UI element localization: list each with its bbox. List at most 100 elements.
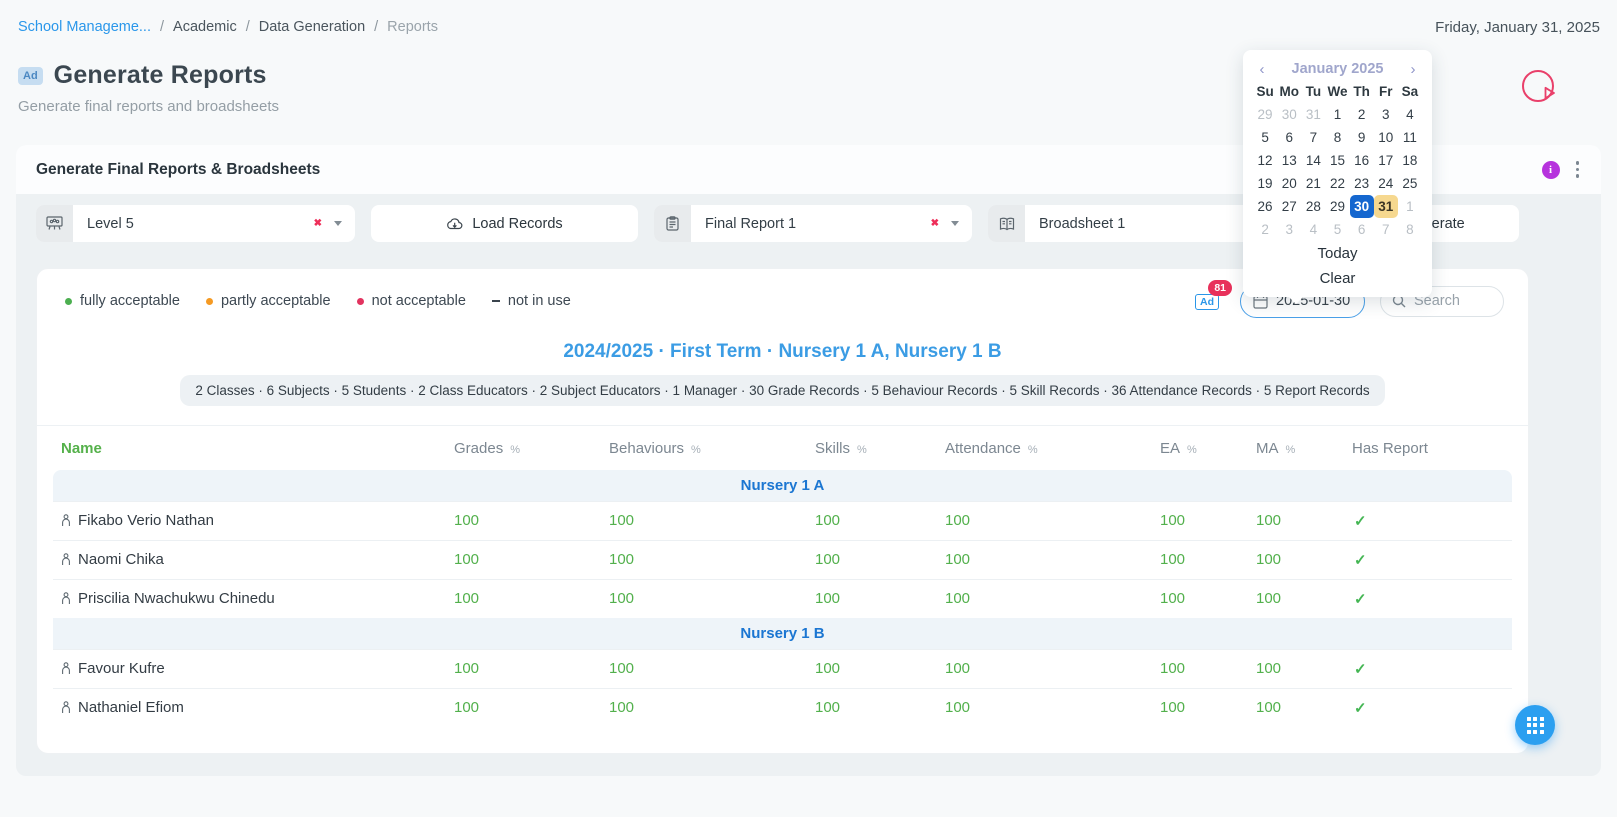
calendar-day[interactable]: 14 xyxy=(1301,149,1325,172)
student-row[interactable]: Priscilia Nwachukwu Chinedu 100 100 100 … xyxy=(53,579,1512,618)
calendar-day[interactable]: 26 xyxy=(1253,195,1277,218)
has-report-check: ✓ xyxy=(1344,649,1512,688)
calendar-day[interactable]: 22 xyxy=(1325,172,1349,195)
calendar-day[interactable]: 12 xyxy=(1253,149,1277,172)
person-icon xyxy=(61,701,71,714)
calendar-day[interactable]: 24 xyxy=(1374,172,1398,195)
calendar-day[interactable]: 8 xyxy=(1325,126,1349,149)
calendar-next-icon[interactable]: › xyxy=(1404,62,1422,77)
calendar-day[interactable]: 1 xyxy=(1398,195,1422,218)
report-table-body: Nursery 1 A Fikabo Verio Nathan 100 100 … xyxy=(53,470,1512,727)
metric-value: 100 xyxy=(1152,501,1248,540)
breadcrumb: School Manageme... / Academic / Data Gen… xyxy=(18,19,438,35)
metric-value: 100 xyxy=(937,649,1152,688)
column-header-attendance: Attendance% xyxy=(937,426,1152,470)
table-header-row: Name Grades% Behaviours% Skills% Attenda… xyxy=(53,426,1512,470)
breadcrumb-root-link[interactable]: School Manageme... xyxy=(18,19,151,35)
calendar-day[interactable]: 6 xyxy=(1277,126,1301,149)
column-header-behaviours: Behaviours% xyxy=(601,426,807,470)
calendar-day[interactable]: 19 xyxy=(1253,172,1277,195)
play-tour-button[interactable] xyxy=(1522,70,1554,102)
calendar-day[interactable]: 29 xyxy=(1253,103,1277,126)
metric-value: 100 xyxy=(1248,688,1344,727)
weekday-label: Mo xyxy=(1277,81,1301,103)
calendar-clear-button[interactable]: Clear xyxy=(1253,266,1422,291)
calendar-day[interactable]: 31 xyxy=(1374,195,1398,218)
calendar-day[interactable]: 7 xyxy=(1301,126,1325,149)
student-row[interactable]: Favour Kufre 100 100 100 100 100 100 ✓ xyxy=(53,649,1512,688)
calendar-day[interactable]: 3 xyxy=(1277,218,1301,241)
metric-value: 100 xyxy=(1248,649,1344,688)
calendar-prev-icon[interactable]: ‹ xyxy=(1253,62,1271,77)
breadcrumb-item-academic[interactable]: Academic xyxy=(173,19,237,35)
calendar-day[interactable]: 4 xyxy=(1398,103,1422,126)
calendar-day[interactable]: 31 xyxy=(1301,103,1325,126)
calendar-day[interactable]: 28 xyxy=(1301,195,1325,218)
calendar-day[interactable]: 5 xyxy=(1253,126,1277,149)
calendar-day-grid: 2930311234567891011121314151617181920212… xyxy=(1253,103,1422,241)
calendar-day[interactable]: 3 xyxy=(1374,103,1398,126)
records-stats-badge: 2 Classes · 6 Subjects · 5 Students · 2 … xyxy=(180,375,1384,406)
kebab-menu-icon[interactable] xyxy=(1576,161,1580,178)
calendar-day[interactable]: 1 xyxy=(1325,103,1349,126)
calendar-day[interactable]: 10 xyxy=(1374,126,1398,149)
apps-launcher-fab[interactable] xyxy=(1515,705,1555,745)
calendar-day[interactable]: 15 xyxy=(1325,149,1349,172)
report-clear-icon[interactable]: ✖ xyxy=(927,214,943,233)
calendar-day[interactable]: 8 xyxy=(1398,218,1422,241)
calendar-day[interactable]: 20 xyxy=(1277,172,1301,195)
calendar-day[interactable]: 16 xyxy=(1350,149,1374,172)
calendar-day[interactable]: 6 xyxy=(1350,218,1374,241)
acceptability-legend: fully acceptable partly acceptable not acc… xyxy=(65,293,571,309)
load-records-button[interactable]: Load Records xyxy=(371,205,638,242)
calendar-day[interactable]: 2 xyxy=(1253,218,1277,241)
ad-outline-badge: Ad xyxy=(1195,294,1219,310)
group-label: Nursery 1 B xyxy=(740,625,824,642)
level-select[interactable]: Level 5 ✖ xyxy=(36,205,355,242)
calendar-day[interactable]: 25 xyxy=(1398,172,1422,195)
metric-value: 100 xyxy=(601,649,807,688)
column-header-ma: MA% xyxy=(1248,426,1344,470)
legend-item: not acceptable xyxy=(357,293,466,309)
calendar-day[interactable]: 30 xyxy=(1277,103,1301,126)
legend-item: fully acceptable xyxy=(65,293,180,309)
has-report-check: ✓ xyxy=(1344,501,1512,540)
calendar-day[interactable]: 18 xyxy=(1398,149,1422,172)
student-row[interactable]: Nathaniel Efiom 100 100 100 100 100 100 … xyxy=(53,688,1512,727)
level-clear-icon[interactable]: ✖ xyxy=(310,214,326,233)
breadcrumb-item-data-generation[interactable]: Data Generation xyxy=(259,19,365,35)
calendar-day[interactable]: 17 xyxy=(1374,149,1398,172)
report-caret-icon[interactable] xyxy=(951,221,959,226)
calendar-day[interactable]: 23 xyxy=(1350,172,1374,195)
breadcrumb-item-reports: Reports xyxy=(387,19,438,35)
report-template-select[interactable]: Final Report 1 ✖ xyxy=(654,205,972,242)
metric-value: 100 xyxy=(807,579,937,618)
student-row[interactable]: Fikabo Verio Nathan 100 100 100 100 100 … xyxy=(53,501,1512,540)
level-caret-icon[interactable] xyxy=(334,221,342,226)
calendar-month-label[interactable]: January 2025 xyxy=(1271,61,1404,77)
info-icon[interactable]: i xyxy=(1542,161,1560,179)
page-header: Ad Generate Reports Generate final repor… xyxy=(18,61,279,115)
calendar-day[interactable]: 2 xyxy=(1350,103,1374,126)
student-name: Favour Kufre xyxy=(78,660,165,677)
calendar-day[interactable]: 30 xyxy=(1350,195,1374,218)
calendar-day[interactable]: 21 xyxy=(1301,172,1325,195)
legend-item: partly acceptable xyxy=(206,293,331,309)
calendar-day[interactable]: 13 xyxy=(1277,149,1301,172)
class-level-icon xyxy=(36,205,73,242)
play-icon xyxy=(1534,80,1543,92)
records-card: fully acceptable partly acceptable not acc… xyxy=(36,268,1529,754)
calendar-day[interactable]: 27 xyxy=(1277,195,1301,218)
calendar-today-button[interactable]: Today xyxy=(1253,241,1422,266)
calendar-day[interactable]: 11 xyxy=(1398,126,1422,149)
calendar-day[interactable]: 9 xyxy=(1350,126,1374,149)
metric-value: 100 xyxy=(446,688,601,727)
calendar-day[interactable]: 29 xyxy=(1325,195,1349,218)
student-row[interactable]: Naomi Chika 100 100 100 100 100 100 ✓ xyxy=(53,540,1512,579)
metric-value: 100 xyxy=(1152,579,1248,618)
legend-dot-icon xyxy=(65,298,72,305)
calendar-day[interactable]: 4 xyxy=(1301,218,1325,241)
calendar-day[interactable]: 7 xyxy=(1374,218,1398,241)
metric-value: 100 xyxy=(1152,649,1248,688)
calendar-day[interactable]: 5 xyxy=(1325,218,1349,241)
